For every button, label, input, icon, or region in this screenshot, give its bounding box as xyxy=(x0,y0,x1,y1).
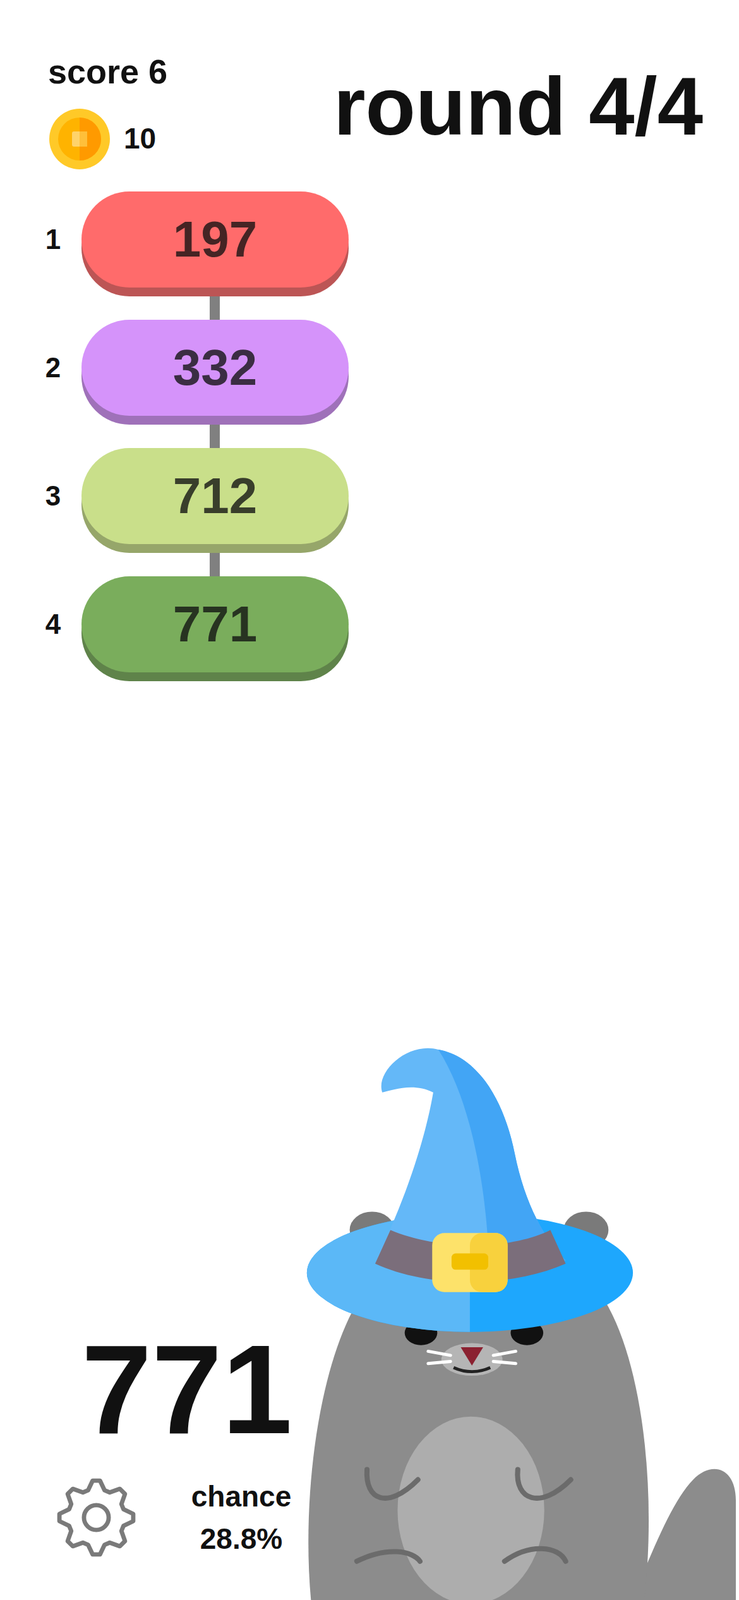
pill-value: 771 xyxy=(173,596,258,652)
round-title: round 4/4 xyxy=(333,65,703,148)
chance-value: 28.8% xyxy=(164,1517,318,1560)
coin-counter: 10 xyxy=(48,107,168,171)
pill-value: 712 xyxy=(173,468,258,524)
value-pill[interactable]: 197 xyxy=(81,191,349,288)
wizard-cat-icon xyxy=(300,1040,739,1600)
row-index: 1 xyxy=(37,222,69,257)
top-bar: score 6 10 round 4/4 xyxy=(0,0,739,171)
ladder-row: 3 712 xyxy=(37,447,739,544)
ladder-row: 2 332 xyxy=(37,319,739,416)
value-pill[interactable]: 332 xyxy=(81,319,349,416)
score-label: score 6 xyxy=(48,54,168,89)
ladder-row: 4 771 xyxy=(37,576,739,673)
pill-value: 197 xyxy=(173,211,258,268)
pill-value: 332 xyxy=(173,339,258,396)
ladder-row: 1 197 xyxy=(37,191,739,288)
row-index: 3 xyxy=(37,479,69,513)
ladder-connector xyxy=(209,552,220,577)
ladder-connector xyxy=(209,424,220,448)
controls-row: chance28.8% xyxy=(53,1473,739,1561)
chance-info: chance28.8% xyxy=(164,1474,318,1559)
game-screen: score 6 10 round 4/4 1 197 2 332 3 712 4 771 771 cha… xyxy=(0,0,739,1600)
gear-icon[interactable] xyxy=(53,1473,140,1561)
stats: score 6 10 xyxy=(48,54,168,171)
row-index: 2 xyxy=(37,351,69,385)
current-number: 771 xyxy=(81,1325,739,1453)
chance-label: chance xyxy=(164,1474,318,1518)
coin-count: 10 xyxy=(123,121,157,157)
coin-icon xyxy=(48,107,112,171)
ladder-connector xyxy=(209,296,220,320)
row-index: 4 xyxy=(37,607,69,642)
ladder: 1 197 2 332 3 712 4 771 xyxy=(0,191,739,673)
bottom-panel: 771 chance28.8% xyxy=(0,1325,739,1600)
value-pill[interactable]: 712 xyxy=(81,447,349,544)
value-pill[interactable]: 771 xyxy=(81,576,349,673)
